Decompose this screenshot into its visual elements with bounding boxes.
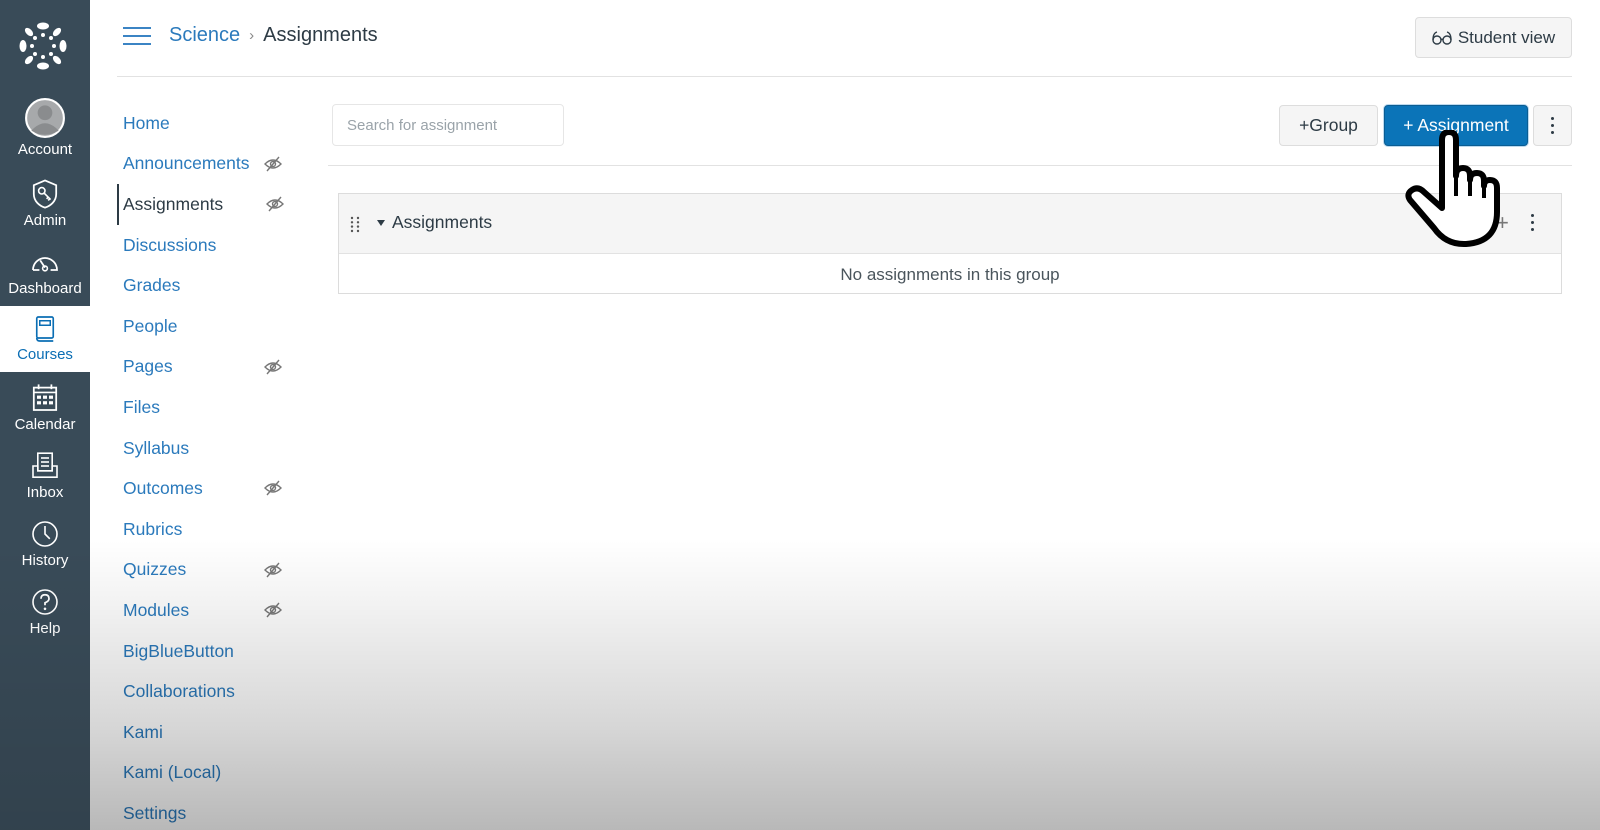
course-nav-item-announcements[interactable]: Announcements xyxy=(117,144,297,185)
global-nav-label: Inbox xyxy=(26,484,64,501)
course-nav-item-collaborations[interactable]: Collaborations xyxy=(117,671,297,712)
global-nav-label: Help xyxy=(29,620,61,637)
global-nav-calendar[interactable]: Calendar xyxy=(0,382,90,440)
inbox-icon xyxy=(32,452,58,478)
group-options-button[interactable] xyxy=(1527,214,1537,234)
course-nav-label: BigBlueButton xyxy=(123,640,234,661)
course-nav: Home Announcements Assignments Discussions G… xyxy=(117,103,297,830)
toolbar-divider xyxy=(328,165,1572,166)
assignment-group-title: Assignments xyxy=(392,212,493,232)
course-nav-label: Home xyxy=(123,112,170,133)
breadcrumb-current: Assignments xyxy=(263,24,378,46)
student-view-button[interactable]: Student view xyxy=(1415,17,1572,58)
course-menu-toggle[interactable] xyxy=(123,27,151,47)
course-nav-item-outcomes[interactable]: Outcomes xyxy=(117,468,297,509)
video-shade xyxy=(90,540,1600,830)
assignment-group: Assignments + No assignments in this gro… xyxy=(338,193,1562,294)
course-nav-label: Kami xyxy=(123,721,163,742)
glasses-icon xyxy=(1432,30,1452,45)
breadcrumb-course[interactable]: Science xyxy=(169,24,240,47)
global-nav-label: Dashboard xyxy=(8,280,82,297)
hidden-from-students-icon xyxy=(264,602,282,618)
global-nav-dashboard[interactable]: Dashboard xyxy=(0,246,90,304)
course-nav-item-discussions[interactable]: Discussions xyxy=(117,225,297,266)
course-nav-label: Quizzes xyxy=(123,559,187,580)
global-nav-label: Calendar xyxy=(14,416,76,433)
header-divider xyxy=(117,76,1572,77)
clock-icon xyxy=(32,521,58,547)
global-nav-inbox[interactable]: Inbox xyxy=(0,450,90,508)
course-nav-item-bigbluebutton[interactable]: BigBlueButton xyxy=(117,631,297,672)
global-nav-courses[interactable]: Courses xyxy=(0,306,90,372)
kebab-icon xyxy=(1551,113,1554,138)
hidden-from-students-icon xyxy=(264,480,282,496)
course-nav-label: Modules xyxy=(123,599,190,620)
course-nav-item-assignments[interactable]: Assignments xyxy=(117,184,297,225)
add-to-group-button[interactable]: + xyxy=(1496,210,1509,236)
course-nav-label: Grades xyxy=(123,275,181,296)
shield-key-icon xyxy=(32,179,58,209)
add-group-button[interactable]: +Group xyxy=(1279,105,1378,146)
hidden-from-students-icon xyxy=(266,196,284,212)
course-nav-label: Files xyxy=(123,396,160,417)
question-circle-icon xyxy=(32,589,58,615)
hidden-from-students-icon xyxy=(264,359,282,375)
global-nav-help[interactable]: Help xyxy=(0,586,90,644)
avatar-icon xyxy=(25,98,65,138)
global-nav: Account Admin Dashboard Courses Calendar… xyxy=(0,0,90,830)
course-nav-item-settings[interactable]: Settings xyxy=(117,793,297,830)
search-assignment-input[interactable] xyxy=(332,104,564,146)
course-nav-item-rubrics[interactable]: Rubrics xyxy=(117,509,297,550)
course-nav-label: Settings xyxy=(123,802,187,823)
course-nav-item-modules[interactable]: Modules xyxy=(117,590,297,631)
calendar-icon xyxy=(32,384,58,411)
book-icon xyxy=(35,316,55,342)
course-nav-label: Kami (Local) xyxy=(123,762,222,783)
hidden-from-students-icon xyxy=(264,562,282,577)
global-nav-admin[interactable]: Admin xyxy=(0,178,90,236)
course-nav-label: Discussions xyxy=(123,234,217,255)
course-nav-label: Rubrics xyxy=(123,518,183,539)
speedometer-icon xyxy=(32,257,58,272)
add-assignment-button[interactable]: + Assignment xyxy=(1384,105,1528,146)
course-nav-label: Pages xyxy=(123,356,173,377)
empty-group-message: No assignments in this group xyxy=(840,264,1060,284)
student-view-label: Student view xyxy=(1457,27,1556,47)
course-nav-label: Outcomes xyxy=(123,478,203,499)
course-nav-item-people[interactable]: People xyxy=(117,306,297,347)
course-nav-item-pages[interactable]: Pages xyxy=(117,347,297,388)
global-nav-label: Courses xyxy=(17,346,73,363)
course-nav-item-home[interactable]: Home xyxy=(117,103,297,144)
course-nav-item-kami-local[interactable]: Kami (Local) xyxy=(117,753,297,794)
breadcrumb: Science › Assignments xyxy=(169,24,378,47)
course-nav-item-quizzes[interactable]: Quizzes xyxy=(117,550,297,591)
assignment-group-header[interactable]: Assignments + xyxy=(339,194,1561,254)
course-nav-label: Announcements xyxy=(123,153,250,174)
canvas-logo-icon[interactable] xyxy=(17,20,69,72)
hidden-from-students-icon xyxy=(264,156,282,172)
breadcrumb-separator: › xyxy=(249,27,255,44)
course-nav-item-syllabus[interactable]: Syllabus xyxy=(117,428,297,469)
global-nav-label: History xyxy=(21,552,69,569)
global-nav-history[interactable]: History xyxy=(0,518,90,576)
course-nav-item-kami[interactable]: Kami xyxy=(117,712,297,753)
course-nav-item-files[interactable]: Files xyxy=(117,387,297,428)
course-nav-label: Assignments xyxy=(123,193,224,214)
more-options-button[interactable] xyxy=(1533,105,1572,146)
global-nav-label: Account xyxy=(17,141,73,158)
collapse-caret-icon[interactable] xyxy=(377,220,385,226)
kebab-icon xyxy=(1527,214,1537,231)
course-nav-item-grades[interactable]: Grades xyxy=(117,265,297,306)
course-nav-label: Syllabus xyxy=(123,437,190,458)
global-nav-label: Admin xyxy=(23,212,67,229)
add-group-label: +Group xyxy=(1299,115,1358,135)
drag-handle-icon[interactable] xyxy=(350,216,360,233)
course-nav-label: Collaborations xyxy=(123,681,235,702)
add-assignment-label: + Assignment xyxy=(1403,115,1509,135)
global-nav-account[interactable]: Account xyxy=(0,97,90,163)
course-nav-label: People xyxy=(123,315,178,336)
